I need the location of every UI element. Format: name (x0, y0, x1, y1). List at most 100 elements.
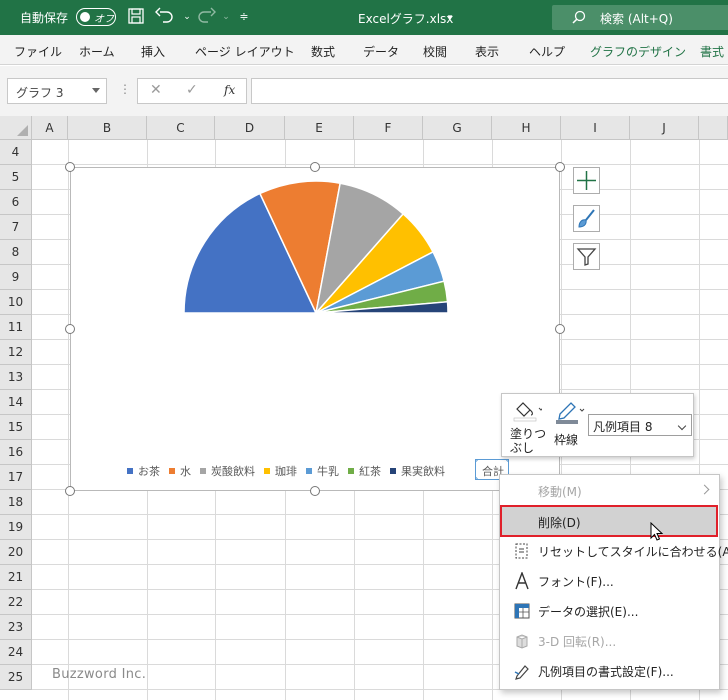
enter-icon[interactable]: ✓ (186, 82, 198, 98)
resize-handle[interactable] (310, 162, 320, 172)
chart-styles-button[interactable] (573, 205, 600, 232)
menu-item-3d-rotation[interactable]: 3-D 回転(R)... (501, 626, 718, 655)
row-header[interactable]: 10 (0, 290, 32, 315)
row-header[interactable]: 7 (0, 215, 32, 240)
search-box[interactable]: 検索 (Alt+Q) (552, 5, 728, 30)
row-header[interactable]: 8 (0, 240, 32, 265)
resize-handle[interactable] (555, 162, 565, 172)
menu-item-label: 移動(M) (538, 485, 582, 499)
highlight-box (500, 505, 718, 537)
selection-handle[interactable] (476, 477, 478, 479)
column-header[interactable]: D (215, 116, 285, 140)
cancel-icon[interactable]: ✕ (150, 82, 162, 98)
legend-label: 牛乳 (317, 465, 339, 478)
save-icon[interactable] (126, 7, 146, 27)
tab-view[interactable]: 表示 (475, 43, 499, 60)
legend-entry[interactable]: 果実飲料 (390, 463, 445, 479)
redo-icon[interactable] (196, 7, 216, 27)
row-header[interactable]: 11 (0, 315, 32, 340)
column-header[interactable]: J (630, 116, 699, 140)
column-header[interactable]: E (285, 116, 354, 140)
resize-handle[interactable] (65, 486, 75, 496)
chart-legend[interactable]: お茶 水 炭酸飲料 珈琲 牛乳 紅茶 果実飲料 (127, 463, 454, 479)
legend-entry[interactable]: 水 (169, 463, 191, 479)
redo-dropdown-icon[interactable]: ⌄ (216, 7, 236, 27)
selection-handle[interactable] (476, 460, 478, 462)
row-header[interactable]: 23 (0, 615, 32, 640)
column-header[interactable]: F (354, 116, 423, 140)
tab-formulas[interactable]: 数式 (311, 43, 335, 60)
tab-home[interactable]: ホーム (79, 43, 115, 60)
fill-button[interactable]: 塗りつぶし (508, 397, 548, 455)
tab-insert[interactable]: 挿入 (141, 43, 165, 60)
legend-entry[interactable]: 炭酸飲料 (200, 463, 255, 479)
outline-button[interactable]: 枠線 (552, 397, 586, 455)
legend-entry[interactable]: 牛乳 (306, 463, 339, 479)
menu-item-select-data[interactable]: データの選択(E)... (501, 596, 718, 625)
menu-item-label: 凡例項目の書式設定(F)... (538, 665, 674, 679)
menu-item-format-legend[interactable]: 凡例項目の書式設定(F)... (501, 656, 718, 685)
row-header[interactable]: 17 (0, 465, 32, 490)
row-header[interactable]: 14 (0, 390, 32, 415)
row-header[interactable]: 9 (0, 265, 32, 290)
resize-handle[interactable] (555, 324, 565, 334)
row-header[interactable]: 5 (0, 165, 32, 190)
chart-elements-button[interactable] (573, 167, 600, 194)
menu-item-font[interactable]: フォント(F)... (501, 566, 718, 595)
row-header[interactable]: 12 (0, 340, 32, 365)
chevron-down-icon[interactable] (92, 88, 100, 93)
column-header[interactable]: A (32, 116, 68, 140)
insert-function-icon[interactable]: fx (224, 83, 235, 97)
column-header[interactable]: C (147, 116, 215, 140)
tab-chart-design[interactable]: グラフのデザイン (590, 43, 686, 60)
chart-filters-button[interactable] (573, 243, 600, 270)
tab-help[interactable]: ヘルプ (529, 43, 565, 60)
formula-input[interactable] (251, 78, 728, 104)
column-header[interactable]: B (68, 116, 147, 140)
pen-icon (556, 402, 585, 424)
column-header[interactable] (699, 116, 728, 140)
menu-item-move[interactable]: 移動(M) (501, 476, 718, 505)
gridline (68, 140, 69, 700)
undo-dropdown-icon[interactable]: ⌄ (177, 7, 197, 27)
row-header[interactable]: 22 (0, 590, 32, 615)
chart-element-selector[interactable]: 凡例項目 8 (588, 414, 692, 436)
tab-data[interactable]: データ (363, 43, 399, 60)
select-all-button[interactable] (0, 116, 32, 140)
legend-entry[interactable]: お茶 (127, 463, 160, 479)
row-header[interactable]: 25 (0, 665, 32, 690)
legend-entry[interactable]: 珈琲 (264, 463, 297, 479)
row-header[interactable]: 18 (0, 490, 32, 515)
row-header[interactable]: 6 (0, 190, 32, 215)
tab-format[interactable]: 書式 (700, 43, 724, 60)
autosave-toggle[interactable]: オフ (76, 8, 116, 26)
row-header[interactable]: 20 (0, 540, 32, 565)
undo-icon[interactable] (155, 7, 175, 27)
customize-toolbar-icon[interactable]: ≑ (234, 7, 254, 27)
legend-swatch (390, 468, 396, 474)
resize-handle[interactable] (310, 486, 320, 496)
column-header[interactable]: G (423, 116, 492, 140)
row-header[interactable]: 15 (0, 415, 32, 440)
tab-review[interactable]: 校閲 (423, 43, 447, 60)
chart-area[interactable]: お茶水炭酸飲料 珈琲 牛乳 紅茶 果実飲料 合計 (70, 167, 560, 491)
menu-item-reset-style[interactable]: リセットしてスタイルに合わせる(A) (501, 536, 728, 565)
row-header[interactable]: 4 (0, 140, 32, 165)
name-box-value: グラフ 3 (16, 86, 64, 100)
filename-chevron-icon[interactable]: ▾ (440, 8, 460, 28)
tab-page-layout[interactable]: ページ レイアウト (195, 43, 295, 60)
row-header[interactable]: 24 (0, 640, 32, 665)
selection-handle[interactable] (506, 460, 508, 462)
row-header[interactable]: 21 (0, 565, 32, 590)
legend-entry[interactable]: 紅茶 (348, 463, 381, 479)
row-header[interactable]: 13 (0, 365, 32, 390)
name-box[interactable]: グラフ 3 (7, 78, 107, 104)
row-header[interactable]: 16 (0, 440, 32, 465)
column-header[interactable]: H (492, 116, 561, 140)
row-header[interactable]: 19 (0, 515, 32, 540)
resize-handle[interactable] (65, 324, 75, 334)
column-header[interactable]: I (561, 116, 630, 140)
half-pie-chart[interactable] (71, 168, 561, 458)
tab-file[interactable]: ファイル (14, 43, 62, 60)
resize-handle[interactable] (65, 162, 75, 172)
